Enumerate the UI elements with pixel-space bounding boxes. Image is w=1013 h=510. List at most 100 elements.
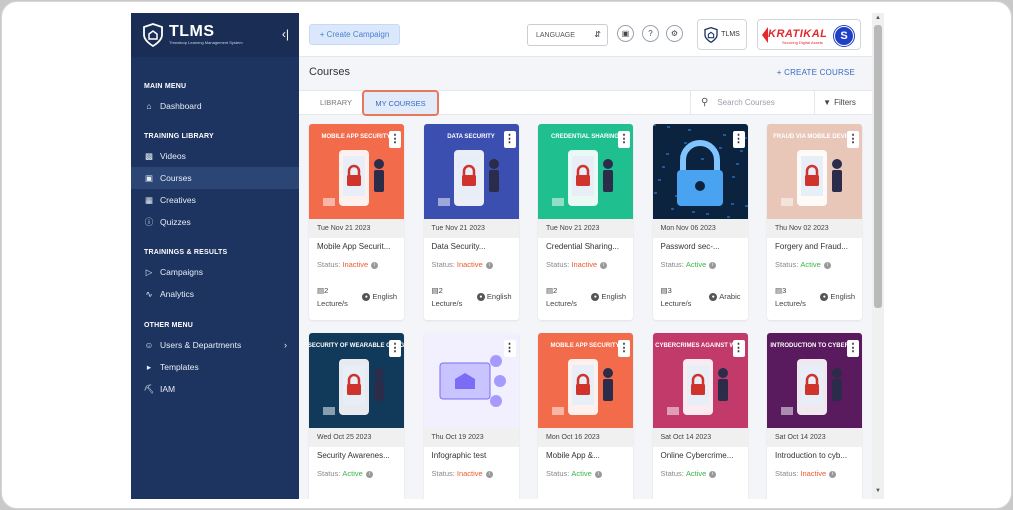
more-options-icon[interactable]: ⋮ xyxy=(503,131,516,148)
course-title[interactable]: Security Awarenes... xyxy=(317,451,390,460)
book-icon[interactable]: ▣ xyxy=(617,25,634,42)
tlms-small-shield-icon xyxy=(704,26,718,43)
help-icon[interactable]: ? xyxy=(642,25,659,42)
course-title[interactable]: Mobile App &... xyxy=(546,451,600,460)
status-badge: Inactive xyxy=(571,260,598,269)
info-icon[interactable]: i xyxy=(594,470,602,478)
search-box[interactable]: ⚲ Search Courses xyxy=(690,91,814,114)
collapse-icon[interactable]: ‹| xyxy=(282,27,289,41)
course-title[interactable]: Password sec-... xyxy=(661,242,720,251)
sidebar-item-label: Courses xyxy=(160,173,192,183)
sidebar-item-campaigns[interactable]: ▷ Campaigns xyxy=(131,261,299,283)
course-language: ● English xyxy=(591,292,626,301)
info-icon[interactable]: i xyxy=(709,261,717,269)
globe-icon: ● xyxy=(820,292,829,301)
course-status: Status: Active i xyxy=(546,469,602,478)
tab-my-courses[interactable]: MY COURSES xyxy=(362,90,439,116)
lecture-number: 2 xyxy=(553,286,558,295)
course-status: Status: Inactive i xyxy=(432,260,493,269)
sidebar-section: MAIN MENU ⌂ Dashboard xyxy=(131,83,299,117)
course-title[interactable]: Credential Sharing... xyxy=(546,242,619,251)
lecture-count: ▤2 Lecture/s xyxy=(546,284,577,310)
sidebar-item-iam[interactable]: ⛏ IAM xyxy=(131,378,299,400)
status-badge: Inactive xyxy=(800,469,827,478)
globe-icon: ● xyxy=(709,292,718,301)
settings-icon[interactable]: ⚙ xyxy=(666,25,683,42)
svg-text:CYBERCRIMES AGAINST WOM: CYBERCRIMES AGAINST WOM xyxy=(655,343,745,349)
sidebar-item-creatives[interactable]: ▦ Creatives xyxy=(131,189,299,211)
megaphone-icon: ▷ xyxy=(145,266,153,277)
course-card[interactable]: MOBILE APP SECURITY ⋮ Mon Oct 16 2023 Mobil… xyxy=(538,333,633,499)
status-label: Status: xyxy=(660,469,684,478)
more-options-icon[interactable]: ⋮ xyxy=(618,340,630,357)
filters-button[interactable]: ▼ Filters xyxy=(814,91,864,114)
more-options-icon[interactable]: ⋮ xyxy=(847,131,859,148)
sidebar-item-label: Creatives xyxy=(160,195,196,205)
info-icon[interactable]: i xyxy=(823,261,831,269)
course-status: Status: Inactive i xyxy=(432,469,493,478)
tlms-logo-text: TLMS xyxy=(721,31,740,38)
course-card[interactable]: CREDENTIAL SHARING ⋮ Tue Nov 21 2023 Creden… xyxy=(538,124,633,320)
sidebar-item-quizzes[interactable]: ⓘ Quizzes xyxy=(131,211,299,233)
scroll-down-icon[interactable]: ▼ xyxy=(875,488,881,494)
course-title[interactable]: Forgery and Fraud... xyxy=(775,242,848,251)
course-language: ● English xyxy=(362,292,397,301)
course-title[interactable]: Data Security... xyxy=(432,242,486,251)
info-icon[interactable]: i xyxy=(485,470,493,478)
create-campaign-button[interactable]: + Create Campaign xyxy=(309,24,400,45)
course-title[interactable]: Online Cybercrime... xyxy=(661,451,734,460)
sidebar-item-videos[interactable]: ▩ Videos xyxy=(131,145,299,167)
lecture-unit: Lecture/s xyxy=(775,299,806,308)
more-options-icon[interactable]: ⋮ xyxy=(618,131,630,148)
course-card[interactable]: FRAUD VIA MOBILE DEVICE ⋮ Thu Nov 02 2023 F… xyxy=(767,124,862,320)
info-icon[interactable]: i xyxy=(829,470,837,478)
status-badge: Active xyxy=(685,469,707,478)
info-icon[interactable]: i xyxy=(600,261,608,269)
course-title[interactable]: Mobile App Securit... xyxy=(317,242,390,251)
sidebar-item-templates[interactable]: ▸ Templates xyxy=(131,356,299,378)
svg-text:CREDENTIAL SHARING: CREDENTIAL SHARING xyxy=(551,134,619,140)
status-label: Status: xyxy=(317,469,341,478)
course-card[interactable]: CYBERCRIMES AGAINST WOM ⋮ Sat Oct 14 2023 O… xyxy=(652,333,748,499)
info-icon[interactable]: i xyxy=(371,261,379,269)
top-bar: + Create Campaign LANGUAGE ⇵ ▣ ? ⚙ TLMS … xyxy=(299,13,872,57)
course-card[interactable]: DATA SECURITY ⋮ Tue Nov 21 2023 Data Securi… xyxy=(423,124,519,320)
course-card[interactable]: INTRODUCTION TO CYBERCR ⋮ Sat Oct 14 2023 I… xyxy=(767,333,862,499)
course-title[interactable]: Introduction to cyb... xyxy=(775,451,847,460)
course-card[interactable]: MOBILE APP SECURITY ⋮ Tue Nov 21 2023 Mobil… xyxy=(309,124,404,320)
sidebar-item-users-departments[interactable]: ☺ Users & Departments › xyxy=(131,334,299,356)
lecture-number: 3 xyxy=(782,286,787,295)
list-icon: ▤ xyxy=(660,286,668,295)
course-card[interactable]: ⋮ Thu Oct 19 2023 Infographic test Status: I… xyxy=(423,333,519,499)
more-options-icon[interactable]: ⋮ xyxy=(389,131,401,148)
info-icon[interactable]: i xyxy=(709,470,717,478)
more-options-icon[interactable]: ⋮ xyxy=(847,340,859,357)
course-language: ● English xyxy=(476,292,512,301)
sidebar-item-courses[interactable]: ▣ Courses xyxy=(131,167,299,189)
status-label: Status: xyxy=(546,469,570,478)
course-title[interactable]: Infographic test xyxy=(432,451,487,460)
more-options-icon[interactable]: ⋮ xyxy=(503,340,516,357)
course-card[interactable]: ⋮ Mon Nov 06 2023 Password sec-... Status: A… xyxy=(652,124,748,320)
language-select[interactable]: LANGUAGE ⇵ xyxy=(527,24,608,46)
scroll-up-icon[interactable]: ▲ xyxy=(875,15,881,21)
sidebar-item-label: Campaigns xyxy=(160,267,203,277)
sidebar: TLMS Threatcop Learning Management Syste… xyxy=(131,13,299,499)
sidebar-section: TRAININGS & RESULTS ▷ Campaigns ∿ Analytics xyxy=(131,249,299,305)
sidebar-item-analytics[interactable]: ∿ Analytics xyxy=(131,283,299,305)
course-card[interactable]: SECURITY OF WEARABLE GADG ⋮ Wed Oct 25 202… xyxy=(309,333,404,499)
more-options-icon[interactable]: ⋮ xyxy=(732,131,745,148)
lecture-count: ▤3 Lecture/s xyxy=(775,284,806,310)
course-language-label: English xyxy=(601,292,626,301)
sidebar-item-dashboard[interactable]: ⌂ Dashboard xyxy=(131,95,299,117)
search-input[interactable]: Search Courses xyxy=(717,98,774,107)
info-icon[interactable]: i xyxy=(485,261,493,269)
info-icon[interactable]: i xyxy=(365,470,373,478)
create-course-link[interactable]: + CREATE COURSE xyxy=(777,68,855,77)
scrollbar[interactable]: ▲ ▼ xyxy=(872,13,884,499)
scrollbar-thumb[interactable] xyxy=(874,25,882,308)
more-options-icon[interactable]: ⋮ xyxy=(389,340,401,357)
more-options-icon[interactable]: ⋮ xyxy=(732,340,745,357)
avatar[interactable]: S xyxy=(834,26,854,46)
tab-library[interactable]: LIBRARY xyxy=(311,91,361,114)
